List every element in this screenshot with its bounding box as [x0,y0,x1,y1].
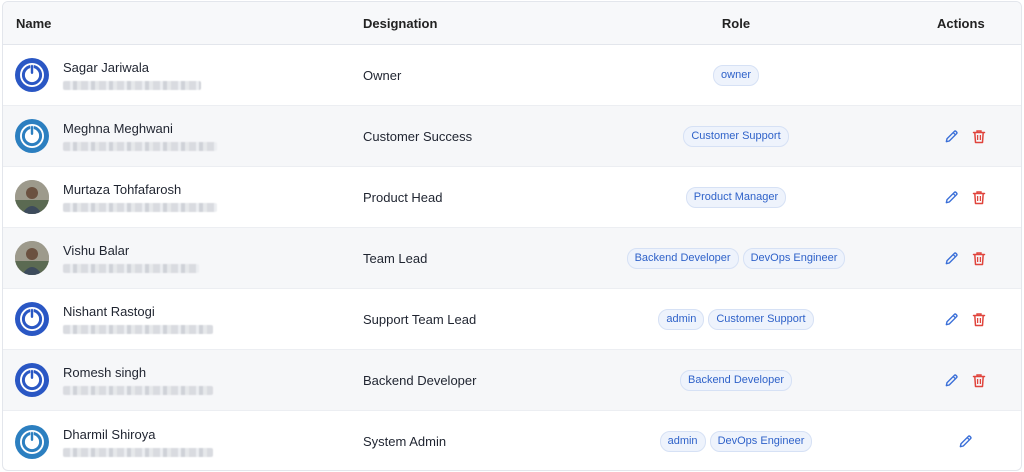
member-name: Meghna Meghwani [63,121,173,136]
avatar [15,302,49,336]
table-row: Romesh singh Backend Developer Backend D… [3,350,1021,411]
table-row: Murtaza Tohfafarosh Product Head Product… [3,167,1021,228]
role-badge: owner [713,64,759,86]
name-cell: Nishant Rastogi [3,302,363,336]
role-badge: Backend Developer [679,369,792,391]
redacted-email [63,264,199,273]
role-cell: Customer Support [601,125,871,147]
name-cell: Sagar Jariwala [3,58,363,92]
trash-icon[interactable] [971,189,987,205]
member-name: Romesh singh [63,365,147,380]
name-cell: Meghna Meghwani [3,119,363,153]
redacted-email [63,81,201,90]
role-badge: admin [658,308,705,330]
name-block: Sagar Jariwala [63,60,201,90]
member-name: Vishu Balar [63,243,130,258]
pencil-icon[interactable] [943,372,959,388]
role-cell: Product Manager [601,186,871,208]
actions-cell [871,189,1021,205]
role-badge: DevOps Engineer [709,431,813,452]
role-badge: DevOps Engineer [742,247,846,269]
redacted-email [63,386,213,395]
actions-cell [871,311,1021,327]
table-body: Sagar Jariwala Owner owner Meghna Meghwa… [3,45,1021,470]
role-cell: admin Customer Support [601,308,871,330]
pencil-icon[interactable] [943,189,959,205]
trash-icon[interactable] [971,311,987,327]
members-table: Name Designation Role Actions Sagar Jari… [2,1,1022,471]
name-cell: Vishu Balar [3,241,363,275]
avatar [15,241,49,275]
trash-icon[interactable] [971,372,987,388]
designation-cell: Support Team Lead [363,311,477,327]
table-row: Sagar Jariwala Owner owner [3,45,1021,106]
table-row: Dharmil Shiroya System Admin admin DevOps… [3,411,1021,470]
header-designation: Designation [363,15,438,31]
member-name: Nishant Rastogi [63,304,155,319]
designation-cell: Customer Success [363,128,473,144]
role-badge: Customer Support [708,308,814,330]
name-cell: Murtaza Tohfafarosh [3,180,363,214]
actions-cell [871,250,1021,266]
role-cell: Backend Developer [601,369,871,391]
avatar [15,363,49,397]
name-block: Murtaza Tohfafarosh [63,182,217,212]
header-name: Name [16,15,52,31]
table-row: Nishant Rastogi Support Team Lead admin C… [3,289,1021,350]
designation-cell: Owner [363,67,402,83]
redacted-email [63,447,213,457]
member-name: Dharmil Shiroya [63,426,156,442]
name-block: Dharmil Shiroya [63,427,213,457]
role-badge: Product Manager [685,186,787,208]
name-block: Romesh singh [63,365,213,395]
designation-cell: Backend Developer [363,372,477,388]
avatar [15,424,49,459]
designation-cell: Team Lead [363,250,428,266]
designation-cell: System Admin [363,434,447,449]
role-badge: Customer Support [683,125,789,147]
header-actions: Actions [937,15,985,31]
name-cell: Romesh singh [3,363,363,397]
name-block: Meghna Meghwani [63,121,217,151]
name-block: Vishu Balar [63,243,199,273]
role-cell: admin DevOps Engineer [601,431,871,452]
name-block: Nishant Rastogi [63,304,213,334]
table-row: Meghna Meghwani Customer Success Custome… [3,106,1021,167]
trash-icon[interactable] [971,250,987,266]
member-name: Sagar Jariwala [63,60,149,75]
pencil-icon[interactable] [943,128,959,144]
role-cell: Backend Developer DevOps Engineer [601,247,871,269]
redacted-email [63,325,213,334]
actions-cell [871,372,1021,388]
actions-cell [871,128,1021,144]
pencil-icon[interactable] [943,311,959,327]
designation-cell: Product Head [363,189,443,205]
role-cell: owner [601,64,871,86]
header-role: Role [721,15,751,31]
redacted-email [63,142,217,151]
avatar [15,119,49,153]
avatar [15,180,49,214]
redacted-email [63,203,217,212]
pencil-icon[interactable] [943,250,959,266]
table-row: Vishu Balar Team Lead Backend Developer D… [3,228,1021,289]
pencil-icon[interactable] [957,434,973,450]
role-badge: admin [659,431,706,452]
actions-cell [871,434,1021,450]
avatar [15,58,49,92]
name-cell: Dharmil Shiroya [3,424,363,459]
trash-icon[interactable] [971,128,987,144]
table-header: Name Designation Role Actions [3,2,1021,45]
member-name: Murtaza Tohfafarosh [63,182,182,197]
role-badge: Backend Developer [626,247,739,269]
